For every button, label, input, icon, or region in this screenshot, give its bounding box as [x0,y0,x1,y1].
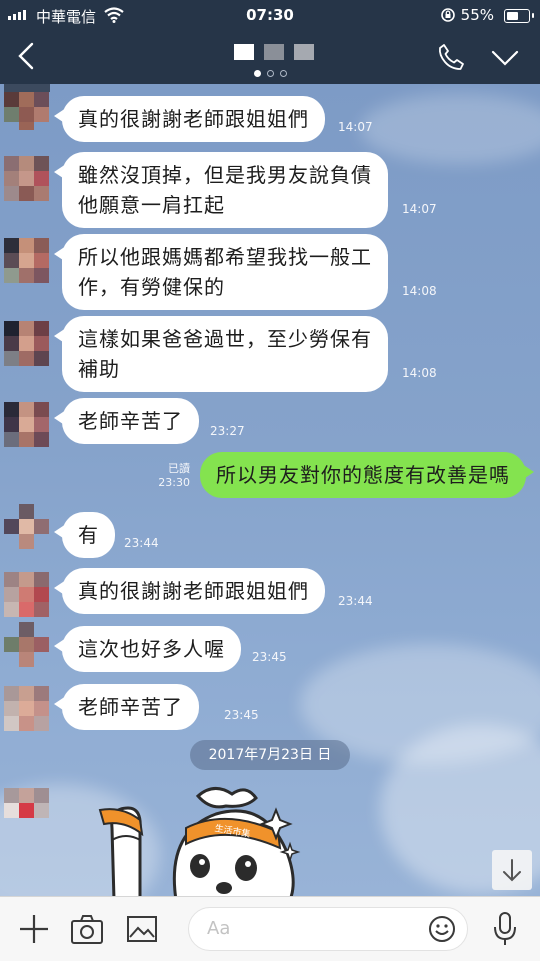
message-time: 23:44 [124,536,159,550]
message-bubble[interactable]: 雖然沒頂掉，但是我男友說負債 他願意一肩扛起 [54,152,388,228]
phone-icon[interactable] [436,42,466,72]
message-text: 這樣如果爸爸過世，至少勞保有 補助 [78,327,372,381]
arrow-down-icon [503,859,521,882]
chevron-left-icon[interactable] [10,38,46,74]
avatar[interactable] [4,504,50,550]
message-time: 23:45 [252,650,287,664]
message-text: 所以他跟媽媽都希望我找一般工 作，有勞健保的 [78,245,372,299]
message-text: 所以男友對你的態度有改善是嗎 [216,463,510,487]
message-bubble-outgoing[interactable]: 所以男友對你的態度有改善是嗎 [200,452,534,498]
contact-name-redacted[interactable] [234,44,314,60]
message-time: 23:30 [158,476,190,489]
message-bubble[interactable]: 老師辛苦了 [54,684,199,730]
avatar[interactable] [4,321,50,367]
avatar[interactable] [4,402,50,448]
message-bubble[interactable]: 真的很謝謝老師跟姐姐們 [54,568,325,614]
message-time: 23:44 [338,594,373,608]
message-text: 有 [78,523,99,547]
page-indicator [254,70,287,77]
battery-icon [504,9,534,23]
chat-area[interactable]: 真的很謝謝老師跟姐姐們 14:07 雖然沒頂掉，但是我男友說負債 他願意一肩扛起… [0,84,540,896]
dog-sticker[interactable]: 生活市集 [76,780,336,896]
message-text: 老師辛苦了 [78,409,183,433]
avatar[interactable] [4,686,50,732]
chat-header [0,30,540,84]
avatar[interactable] [4,622,50,668]
message-text: 真的很謝謝老師跟姐姐們 [78,107,309,131]
read-label: 已讀 [168,462,190,475]
message-bubble[interactable]: 真的很謝謝老師跟姐姐們 [54,96,325,142]
input-bar: Aa [0,896,540,961]
plus-icon[interactable] [18,913,50,945]
message-bubble[interactable]: 這樣如果爸爸過世，至少勞保有 補助 [54,316,388,392]
message-text: 這次也好多人喔 [78,637,225,661]
chevron-down-icon[interactable] [490,44,520,72]
message-time: 14:07 [402,202,437,216]
message-bubble[interactable]: 有 [54,512,115,558]
message-time: 23:45 [224,708,259,722]
message-bubble[interactable]: 所以他跟媽媽都希望我找一般工 作，有勞健保的 [54,234,388,310]
avatar[interactable] [4,788,50,834]
message-text: 老師辛苦了 [78,695,183,719]
emoji-icon[interactable] [427,914,457,944]
message-bubble[interactable]: 老師辛苦了 [54,398,199,444]
message-time: 14:08 [402,284,437,298]
image-icon[interactable] [126,913,158,945]
avatar[interactable] [4,572,50,618]
avatar[interactable] [4,156,50,202]
camera-icon[interactable] [70,913,104,945]
message-bubble[interactable]: 這次也好多人喔 [54,626,241,672]
scroll-to-bottom-button[interactable] [492,850,532,890]
avatar[interactable] [4,84,50,130]
message-input-placeholder: Aa [207,918,231,939]
microphone-icon[interactable] [490,911,520,947]
message-text: 雖然沒頂掉，但是我男友說負債 他願意一肩扛起 [78,163,372,217]
battery-percent: 55% [460,6,494,24]
date-divider: 2017年7月23日 日 [190,740,350,770]
message-input[interactable]: Aa [188,907,468,951]
message-time: 23:27 [210,424,245,438]
status-time: 07:30 [246,6,294,24]
status-bar: 中華電信 07:30 55% [0,0,540,30]
read-receipt: 已讀 23:30 [150,462,190,490]
avatar[interactable] [4,238,50,284]
message-time: 14:08 [402,366,437,380]
message-time: 14:07 [338,120,373,134]
orientation-lock-icon [441,8,455,22]
message-text: 真的很謝謝老師跟姐姐們 [78,579,309,603]
